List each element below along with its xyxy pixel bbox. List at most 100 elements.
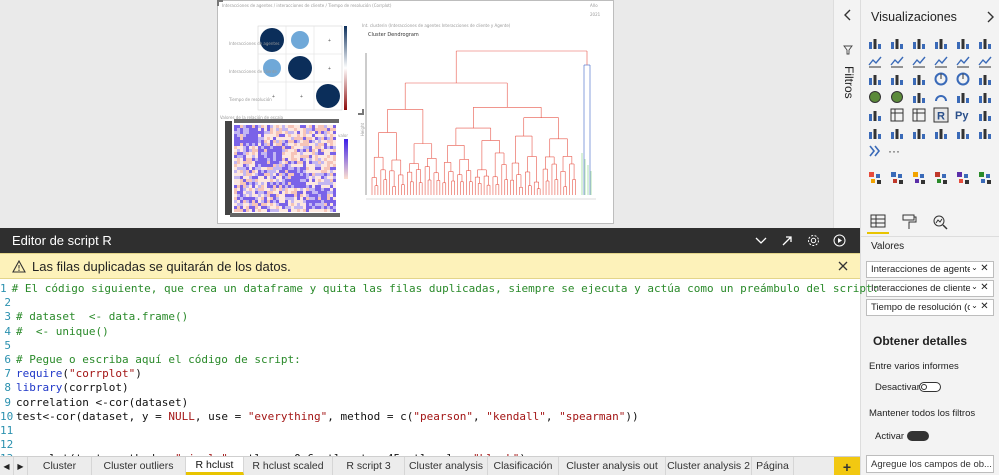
dendrogram-visual[interactable]: Int. clusterin (Interacciones de agentes… bbox=[360, 23, 602, 219]
pie-icon[interactable] bbox=[930, 70, 951, 88]
chevron-right-icon[interactable] bbox=[985, 11, 995, 23]
code-text[interactable]: correlation <-cor(dataset) bbox=[16, 396, 188, 410]
page-tab[interactable]: Cluster analysis bbox=[405, 457, 488, 475]
line-clustered-icon[interactable] bbox=[952, 52, 973, 70]
drillthrough-drop-zone[interactable]: Agregue los campos de ob... bbox=[866, 455, 994, 473]
key-influencers-icon[interactable] bbox=[974, 106, 995, 124]
treemap-icon[interactable] bbox=[974, 70, 995, 88]
page-tab[interactable]: R script 3 bbox=[333, 457, 405, 475]
code-text[interactable]: # <- unique() bbox=[16, 325, 109, 339]
code-line[interactable]: 8 library(corrplot) bbox=[0, 381, 860, 395]
qa-icon[interactable] bbox=[886, 124, 907, 142]
chevrons-icon[interactable] bbox=[864, 142, 885, 160]
code-text[interactable]: require("corrplot") bbox=[16, 367, 142, 381]
scatter-icon[interactable] bbox=[908, 70, 929, 88]
code-text[interactable]: # dataset <- data.frame() bbox=[16, 310, 188, 324]
gauge-icon[interactable] bbox=[930, 88, 951, 106]
shape-map-icon[interactable] bbox=[908, 88, 929, 106]
python-visual-icon[interactable]: Py bbox=[952, 106, 973, 124]
page-tab[interactable]: Cluster analysis out bbox=[559, 457, 666, 475]
r-visual-icon[interactable]: R bbox=[930, 106, 951, 124]
custom-dot-icon[interactable] bbox=[974, 169, 995, 187]
page-tab[interactable]: Cluster analysis 2 bbox=[666, 457, 752, 475]
funnel-icon[interactable] bbox=[886, 70, 907, 88]
remove-field-icon[interactable]: ✕ bbox=[978, 301, 991, 312]
custom-heat-icon[interactable] bbox=[930, 169, 951, 187]
waterfall-icon[interactable] bbox=[864, 70, 885, 88]
heatmap-visual[interactable]: Valores de la relación de escala valor bbox=[220, 115, 358, 219]
cross-report-toggle[interactable] bbox=[919, 382, 941, 392]
page-tab[interactable]: Cluster outliers bbox=[92, 457, 186, 475]
code-line[interactable]: 9 correlation <-cor(dataset) bbox=[0, 396, 860, 410]
custom-scatter-icon[interactable] bbox=[864, 169, 885, 187]
collapse-chevron-icon[interactable] bbox=[752, 233, 770, 249]
next-page-arrow[interactable]: ▶ bbox=[14, 457, 28, 475]
add-page-button[interactable]: + bbox=[834, 457, 860, 475]
code-text[interactable]: # El código siguiente, que crea un dataf… bbox=[12, 282, 880, 296]
map-icon[interactable] bbox=[864, 88, 885, 106]
line-column-icon[interactable] bbox=[930, 52, 951, 70]
clustered-bar-icon[interactable] bbox=[908, 34, 929, 52]
value-field-1[interactable]: Interacciones de agente ⌄ ✕ bbox=[866, 261, 994, 278]
code-area[interactable]: 1 # El código siguiente, que crea un data… bbox=[0, 279, 879, 466]
code-line[interactable]: 5 bbox=[0, 339, 860, 353]
slicer-icon[interactable] bbox=[886, 106, 907, 124]
code-line[interactable]: 1 # El código siguiente, que crea un data… bbox=[0, 282, 879, 296]
remove-field-icon[interactable]: ✕ bbox=[978, 263, 991, 274]
code-line[interactable]: 6 # Pegue o escriba aquí el código de scr… bbox=[0, 353, 860, 367]
custom-matrix-icon[interactable] bbox=[886, 169, 907, 187]
table-icon[interactable] bbox=[908, 106, 929, 124]
fields-tab[interactable] bbox=[867, 210, 889, 234]
kpi-icon[interactable] bbox=[864, 106, 885, 124]
page-tab[interactable]: Clasificación bbox=[488, 457, 559, 475]
page-tab[interactable]: R hclust scaled bbox=[244, 457, 333, 475]
100-column-icon[interactable] bbox=[974, 34, 995, 52]
page-tab[interactable]: Página bbox=[752, 457, 794, 475]
keep-filters-toggle[interactable] bbox=[907, 431, 929, 441]
code-text[interactable]: # Pegue o escriba aquí el código de scri… bbox=[16, 353, 301, 367]
close-icon[interactable] bbox=[838, 261, 848, 271]
donut-icon[interactable] bbox=[952, 70, 973, 88]
filled-map-icon[interactable] bbox=[886, 88, 907, 106]
value-field-2[interactable]: Interacciones de cliente ⌄ ✕ bbox=[866, 280, 994, 297]
decomposition-tree-icon[interactable] bbox=[864, 124, 885, 142]
filter-icon[interactable] bbox=[843, 45, 853, 55]
code-line[interactable]: 3 # dataset <- data.frame() bbox=[0, 310, 860, 324]
line-chart-icon[interactable] bbox=[864, 52, 885, 70]
page-tab[interactable]: Cluster bbox=[28, 457, 92, 475]
run-script-icon[interactable] bbox=[830, 233, 848, 249]
area-chart-icon[interactable] bbox=[886, 52, 907, 70]
power-apps-icon[interactable] bbox=[952, 124, 973, 142]
chevron-left-icon[interactable] bbox=[843, 9, 853, 21]
code-text[interactable]: library(corrplot) bbox=[16, 381, 129, 395]
analytics-tab[interactable] bbox=[929, 210, 951, 234]
stacked-area-icon[interactable] bbox=[908, 52, 929, 70]
stacked-column-icon[interactable] bbox=[886, 34, 907, 52]
code-line[interactable]: 2 bbox=[0, 296, 860, 310]
remove-field-icon[interactable]: ✕ bbox=[978, 282, 991, 293]
paginated-icon[interactable] bbox=[930, 124, 951, 142]
narrative-icon[interactable] bbox=[908, 124, 929, 142]
multirow-card-icon[interactable] bbox=[974, 88, 995, 106]
open-external-icon[interactable] bbox=[778, 233, 796, 249]
ribbon-chart-icon[interactable] bbox=[974, 52, 995, 70]
custom-bubble-icon[interactable] bbox=[952, 169, 973, 187]
code-line[interactable]: 12 bbox=[0, 438, 860, 452]
clustered-column-icon[interactable] bbox=[930, 34, 951, 52]
value-field-3[interactable]: Tiempo de resolución (c ⌄ ✕ bbox=[866, 299, 994, 316]
settings-gear-icon[interactable] bbox=[804, 233, 822, 249]
year-slicer[interactable]: Año 2021 bbox=[590, 3, 612, 19]
100-bar-icon[interactable] bbox=[952, 34, 973, 52]
more-visuals-button[interactable]: ··· bbox=[888, 144, 900, 158]
custom-bar-icon[interactable] bbox=[908, 169, 929, 187]
corrplot-visual[interactable]: Interacciones de agentes / interacciones… bbox=[220, 3, 391, 113]
format-tab[interactable] bbox=[898, 210, 920, 234]
code-line[interactable]: 10 test<-cor(dataset, y = NULL, use = "ev… bbox=[0, 410, 860, 424]
code-line[interactable]: 11 bbox=[0, 424, 860, 438]
page-tab[interactable]: R hclust bbox=[186, 457, 244, 475]
card-icon[interactable] bbox=[952, 88, 973, 106]
power-automate-icon[interactable] bbox=[974, 124, 995, 142]
code-line[interactable]: 7 require("corrplot") bbox=[0, 367, 860, 381]
prev-page-arrow[interactable]: ◀ bbox=[0, 457, 14, 475]
code-line[interactable]: 4 # <- unique() bbox=[0, 325, 860, 339]
